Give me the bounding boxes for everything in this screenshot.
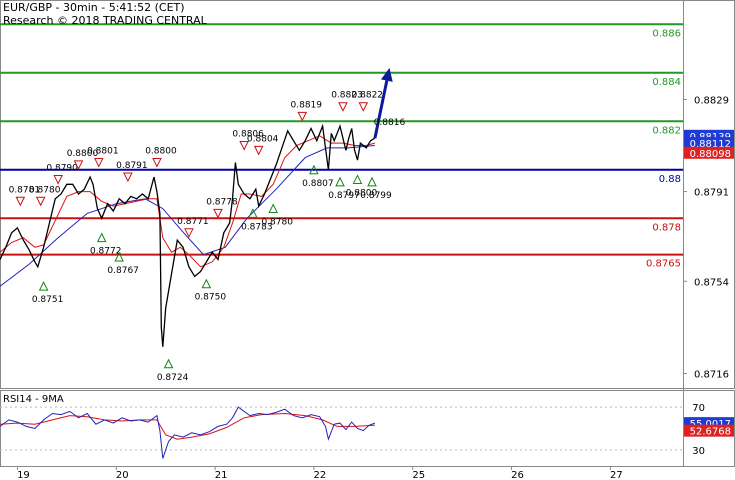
swing-low-marker [268,203,279,214]
swing-high-label: 0.8801 [87,146,119,156]
date-tick-label: 19 [17,470,30,480]
level-label: 0.886 [652,28,681,39]
swing-low-marker [201,278,212,289]
swing-high-marker [297,111,308,122]
level-label: 0.8765 [646,259,681,270]
swing-low-marker [38,281,49,291]
swing-high-label: 0.8822 [352,91,384,101]
swing-low-marker [163,358,174,369]
swing-low-label: 0.8772 [90,247,122,257]
forecast-arrow-head [380,67,393,82]
swing-low-label: 0.8799 [360,191,392,201]
date-tick-label: 26 [511,470,524,480]
swing-high-label: 0.8778 [206,197,238,207]
swing-high-marker [53,174,63,185]
chart: 0.8860.8840.8820.880.8780.8765 0.87810.8… [0,0,735,480]
level-label: 0.882 [652,125,681,136]
swing-low-label: 0.8750 [195,293,227,303]
swing-high-marker [35,196,46,207]
swing-high-label: 0.8819 [291,100,323,110]
swing-high-marker [213,208,223,219]
last-price-label: 0.8816 [374,118,406,128]
swing-low-label: 0.8724 [157,373,189,383]
swing-high-label: 0.8790 [46,163,78,173]
rsi-tick-label: 70 [692,403,705,414]
price-tick-label: 0.8829 [694,95,729,106]
swing-high-marker [123,172,133,183]
date-tick-label: 27 [610,470,623,480]
swing-high-label: 0.8771 [177,217,209,227]
date-tick-label: 20 [116,470,129,480]
date-tick-label: 25 [412,470,425,480]
price-tick-label: 0.8791 [694,188,729,199]
swing-high-marker [358,102,369,112]
rsi-layer: 703055.001752.6768 [0,403,734,459]
forecast-arrow-shaft [373,80,389,139]
axes-layer: 0.88290.87910.87540.87160.881390.881120.… [16,95,734,480]
level-label: 0.884 [652,77,681,88]
current-price-tag-label: 0.88098 [690,149,731,160]
swing-low-marker [248,208,258,218]
date-tick-label: 21 [215,470,228,480]
swing-high-label: 0.8780 [29,185,61,195]
swing-high-label: 0.8800 [145,146,177,156]
swing-low-label: 0.8751 [32,295,64,305]
level-label: 0.878 [652,222,681,233]
swing-high-marker [15,196,26,207]
swing-low-marker [335,176,345,187]
swing-low-label: 0.8807 [302,179,334,189]
swing-low-marker [367,176,377,187]
rsi-tick-label: 30 [692,446,705,457]
swing-low-marker [352,174,363,184]
ma-fast-line [0,135,376,268]
date-tick-label: 22 [314,470,327,480]
chart-title: EUR/GBP - 30min - 5:41:52 (CET) [3,1,185,14]
swing-high-marker [152,157,162,168]
rsi-value-tag-label: 52.6768 [690,427,731,438]
swing-high-label: 0.8791 [116,161,148,171]
rsi-line [0,406,376,459]
swing-low-label: 0.8780 [261,218,293,228]
rsi-label: RSI14 - 9MA [3,394,64,405]
main-panel-frame [0,0,735,466]
swing-low-marker [96,232,107,243]
rsi-panel-frame [0,390,735,467]
swing-low-label: 0.8767 [107,266,139,276]
level-label: 0.88 [659,174,681,185]
swing-high-marker [338,102,348,112]
price-tick-label: 0.8754 [694,277,729,288]
swing-high-marker [253,145,264,156]
swing-high-marker [94,157,104,168]
markers-layer: 0.87810.87800.87900.88000.88010.87910.88… [9,91,406,383]
chart-subtitle: Research © 2018 TRADING CENTRAL [3,14,207,27]
price-tick-label: 0.8716 [694,369,729,380]
swing-high-label: 0.8804 [247,134,279,144]
